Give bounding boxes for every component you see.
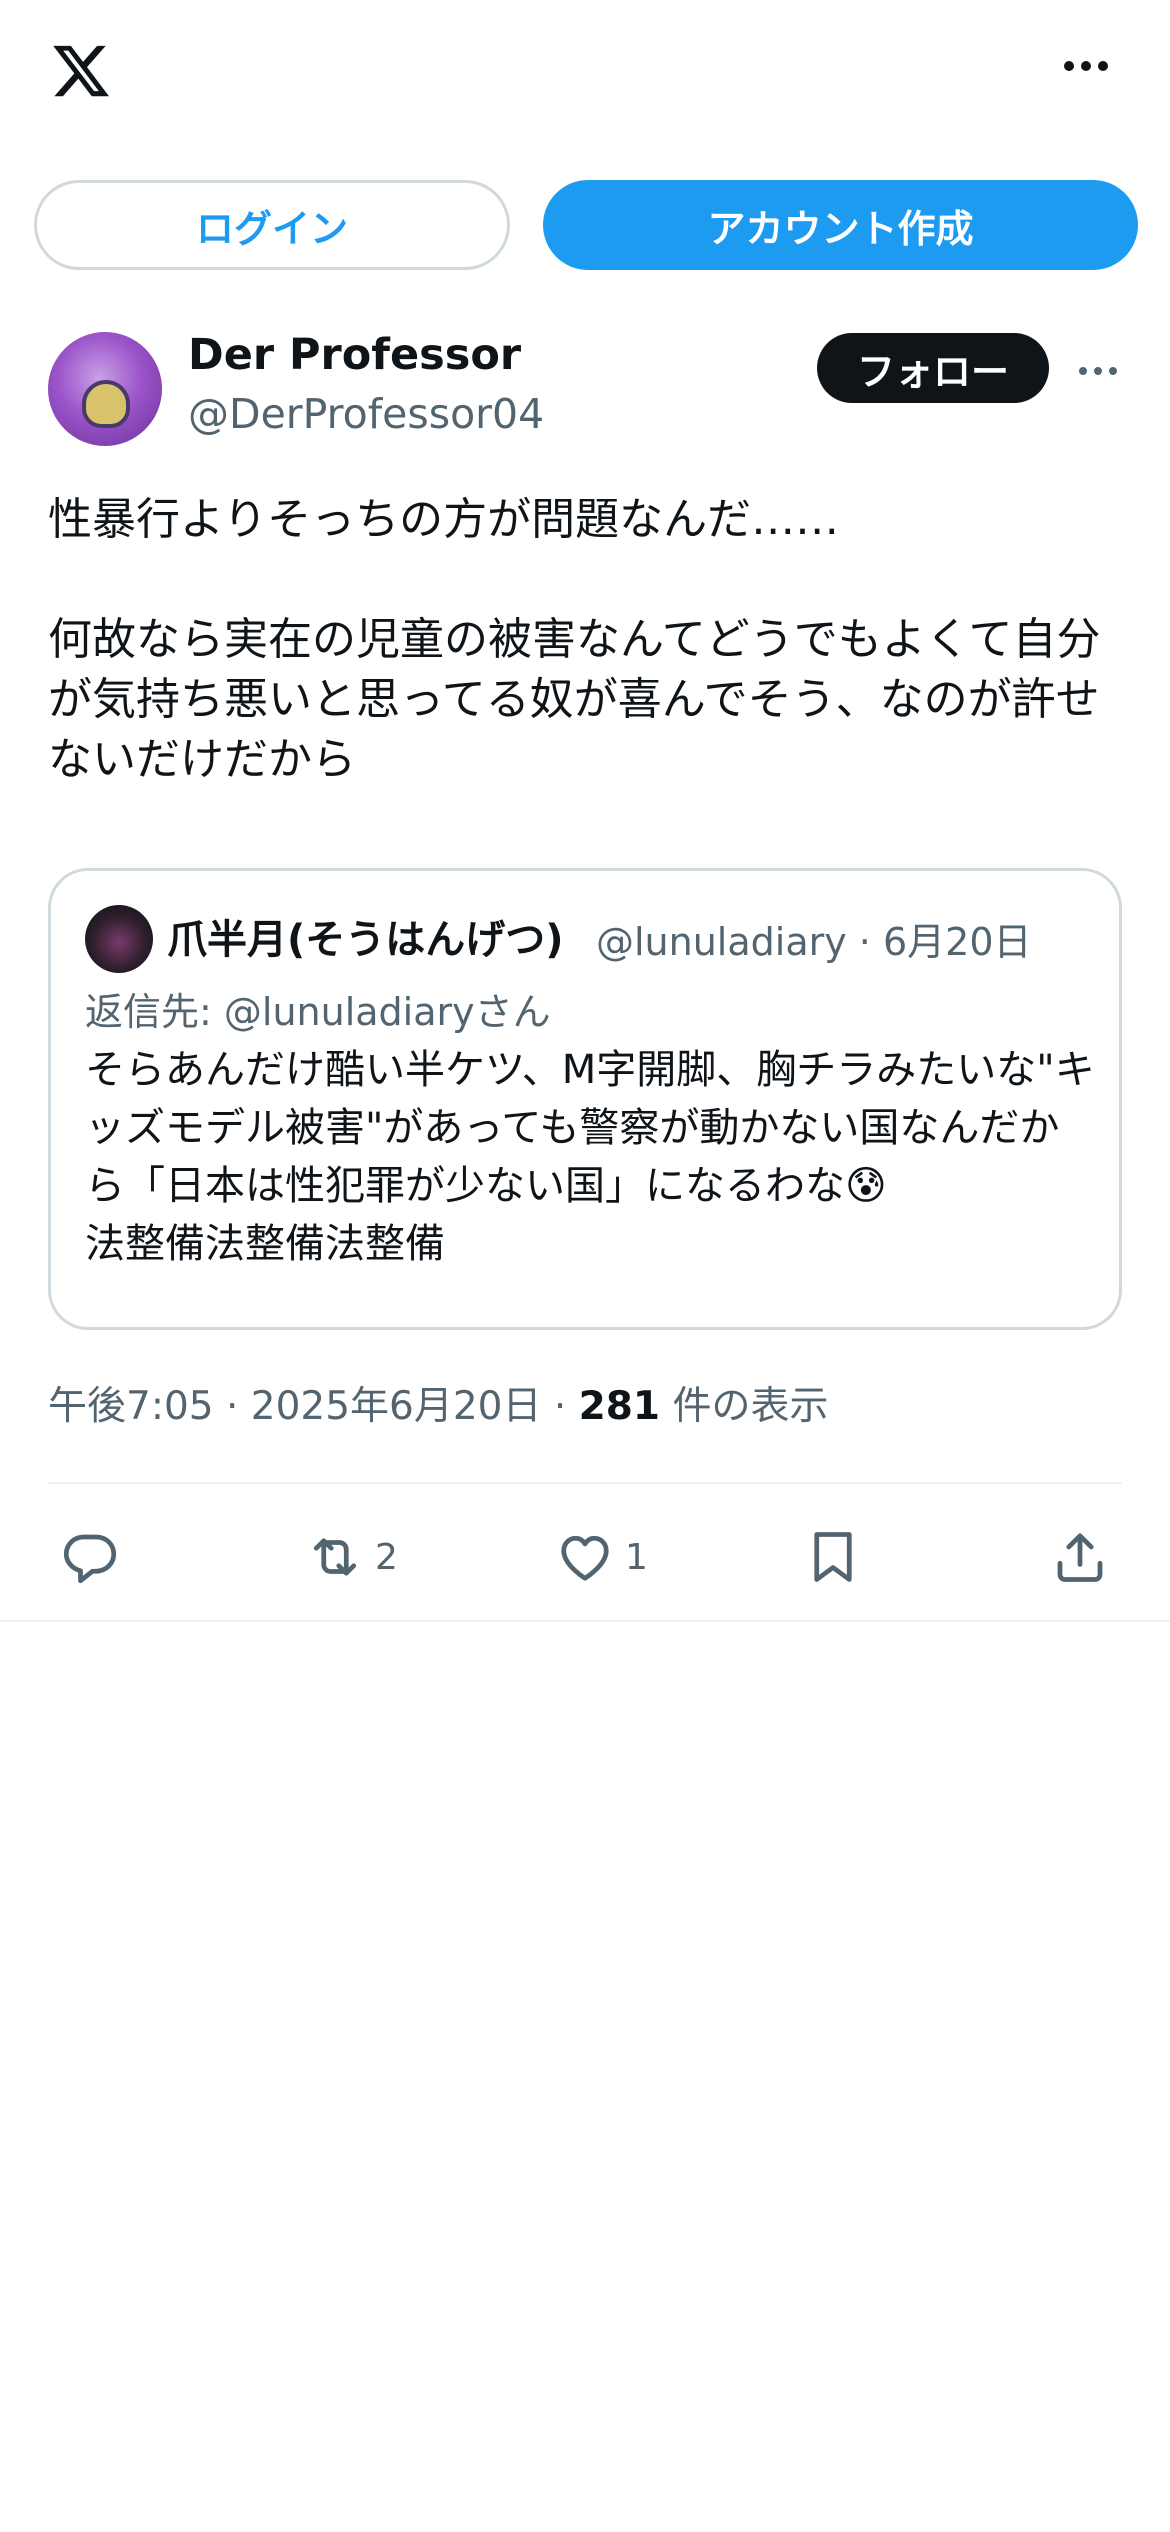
reply-button[interactable] — [60, 1520, 120, 1594]
quoted-handle-date: @lunuladiary · 6月20日 — [596, 920, 1032, 964]
like-count: 1 — [625, 1536, 648, 1578]
retweet-count: 2 — [375, 1536, 398, 1578]
more-horizontal-icon[interactable] — [1078, 365, 1118, 377]
retweet-button[interactable]: 2 — [305, 1520, 398, 1594]
reply-icon — [63, 1534, 117, 1584]
share-button[interactable] — [1050, 1520, 1110, 1594]
quoted-text: そらあんだけ酷い半ケツ、M字開脚、胸チラみたいな"キッズモデル被害"があっても警… — [85, 1047, 1095, 1267]
tweet-text: 性暴行よりそっちの方が問題なんだ…… 何故なら実在の児童の被害なんてどうでもよく… — [48, 494, 1101, 785]
views-label: 件の表示 — [660, 1384, 829, 1429]
divider — [48, 1482, 1122, 1484]
views-count: 281 — [578, 1384, 661, 1429]
follow-button[interactable]: フォロー — [817, 333, 1049, 403]
quoted-reply-to: 返信先: @lunuladiaryさん — [85, 990, 551, 1034]
author-handle[interactable]: @DerProfessor04 — [188, 390, 544, 438]
retweet-icon — [313, 1538, 357, 1576]
avatar-figure — [82, 380, 130, 428]
tweet-time[interactable]: 午後7:05 · 2025年6月20日 · — [48, 1384, 579, 1429]
share-icon — [1057, 1533, 1103, 1582]
like-button[interactable]: 1 — [555, 1520, 648, 1594]
login-button[interactable]: ログイン — [34, 180, 510, 270]
quoted-author-name: 爪半月(そうはんげつ) — [167, 917, 564, 963]
tweet-timestamp: 午後7:05 · 2025年6月20日 · 281 件の表示 — [48, 1375, 828, 1431]
bookmark-button[interactable] — [803, 1520, 863, 1594]
divider — [0, 1620, 1170, 1622]
create-account-button[interactable]: アカウント作成 — [543, 180, 1138, 270]
x-logo-icon[interactable] — [48, 40, 114, 102]
action-bar: 2 1 — [0, 1520, 1170, 1640]
heart-icon — [561, 1535, 609, 1581]
quoted-avatar — [85, 905, 153, 973]
top-bar — [0, 0, 1170, 150]
bookmark-icon — [814, 1532, 852, 1582]
quoted-tweet[interactable]: 爪半月(そうはんげつ) @lunuladiary · 6月20日 返信先: @l… — [48, 868, 1122, 1330]
avatar[interactable] — [48, 332, 162, 446]
author-name[interactable]: Der Professor — [188, 330, 521, 380]
more-horizontal-icon[interactable] — [1063, 58, 1109, 74]
